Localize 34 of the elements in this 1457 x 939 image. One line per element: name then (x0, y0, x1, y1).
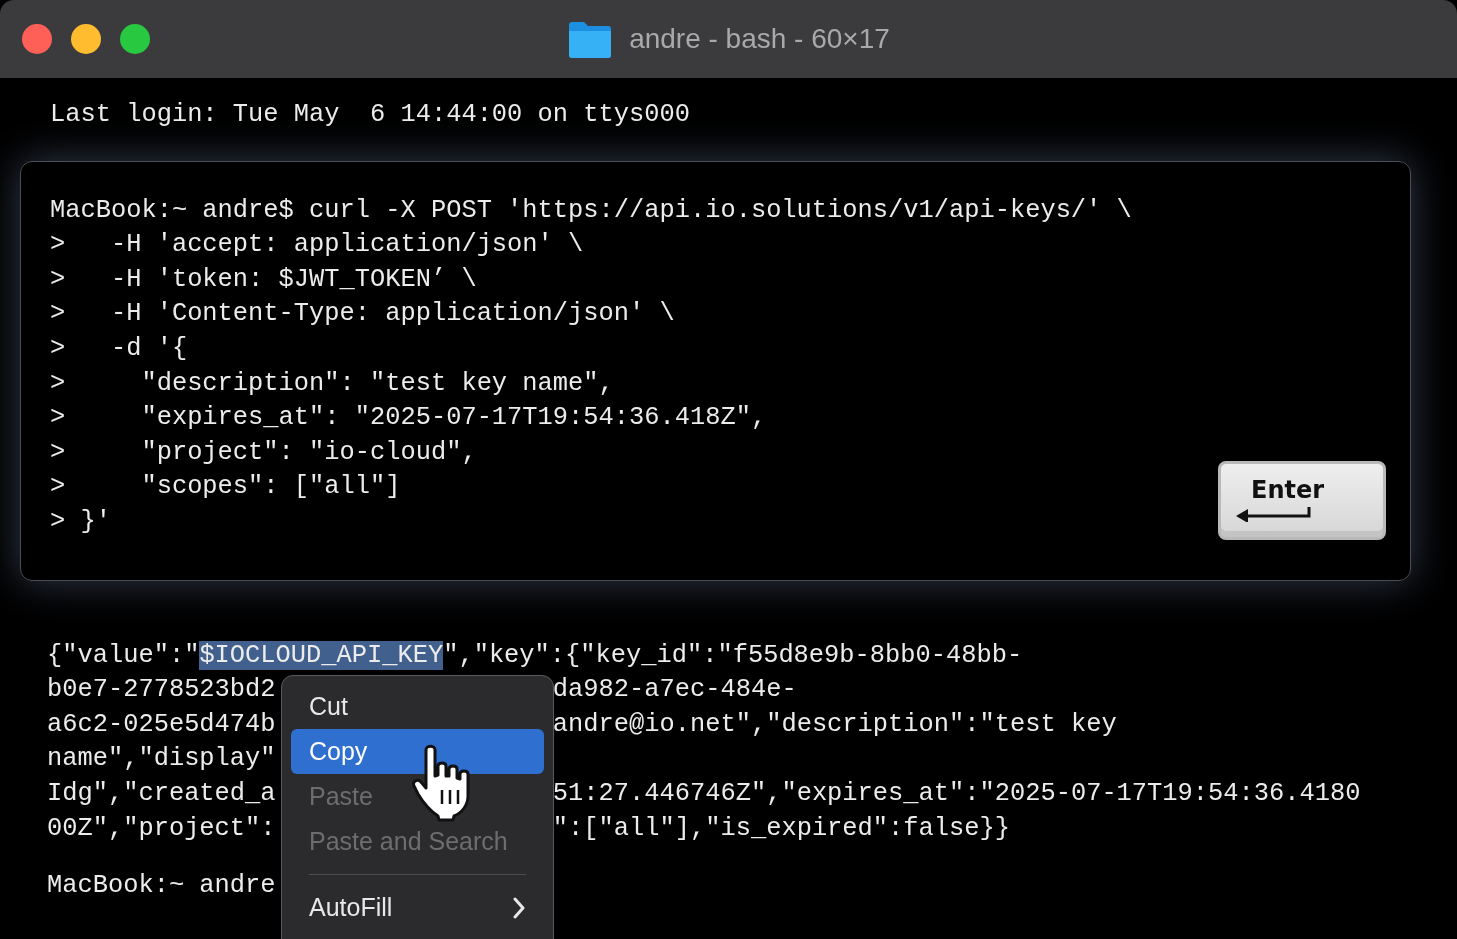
window-title: andre - bash - 60×17 (629, 22, 890, 56)
command-line: > "project": "io-cloud", (50, 436, 478, 469)
selected-text: $IOCLOUD_API_KEY (199, 640, 444, 670)
command-line: > "scopes": ["all"] (50, 471, 402, 504)
folder-icon (567, 19, 614, 59)
output-text: da982-a7ec-484e- (552, 675, 797, 705)
command-line: > -d '{ (50, 332, 189, 365)
output-text: andre@io.net","description":"test key (552, 709, 1117, 739)
output-text: name","display" (47, 744, 276, 774)
output-text: {"value":" (47, 640, 200, 670)
command-line: MacBook:~ andre$ curl -X POST 'https://api.io.solutions/v1/api-keys/' \ (50, 194, 1132, 227)
zoom-button[interactable] (120, 24, 150, 54)
output-text: ":["all"],"is_expired":false}} (552, 813, 1010, 843)
return-arrow-icon (1235, 505, 1311, 522)
enter-key: Enter (1218, 460, 1386, 540)
command-line: > -H 'token: $JWT_TOKEN’ \ (50, 263, 478, 296)
output-text: Idg","created_a (47, 778, 276, 808)
close-button[interactable] (22, 24, 52, 54)
command-line: > -H 'Content-Type: application/json' \ (50, 298, 676, 331)
minimize-button[interactable] (71, 24, 101, 54)
output-text: 00Z","project": (47, 813, 276, 843)
output-text: b0e7-2778523bd2 (47, 675, 276, 705)
output-text: ","key":{"key_id":"f55d8e9b-8bb0-48bb- (443, 640, 1023, 670)
command-line: > -H 'accept: application/json' \ (50, 229, 585, 262)
menu-item[interactable]: Cut (291, 684, 544, 729)
output-text: a6c2-025e5d474b (47, 709, 276, 739)
output-text: 51:27.446746Z","expires_at":"2025-07-17T19:54:36.4180 (552, 778, 1361, 808)
command-line: > "description": "test key name", (50, 367, 615, 400)
login-message: Last login: Tue May 6 14:44:00 on ttys000 (49, 99, 691, 131)
menu-item[interactable]: Copy (291, 729, 544, 774)
command-line: > }' (50, 505, 112, 538)
output-text: MacBook:~ andre (47, 871, 276, 901)
menu-item[interactable]: AutoFill (291, 885, 544, 930)
command-line: > "expires_at": "2025-07-17T19:54:36.418Z", (50, 402, 768, 435)
